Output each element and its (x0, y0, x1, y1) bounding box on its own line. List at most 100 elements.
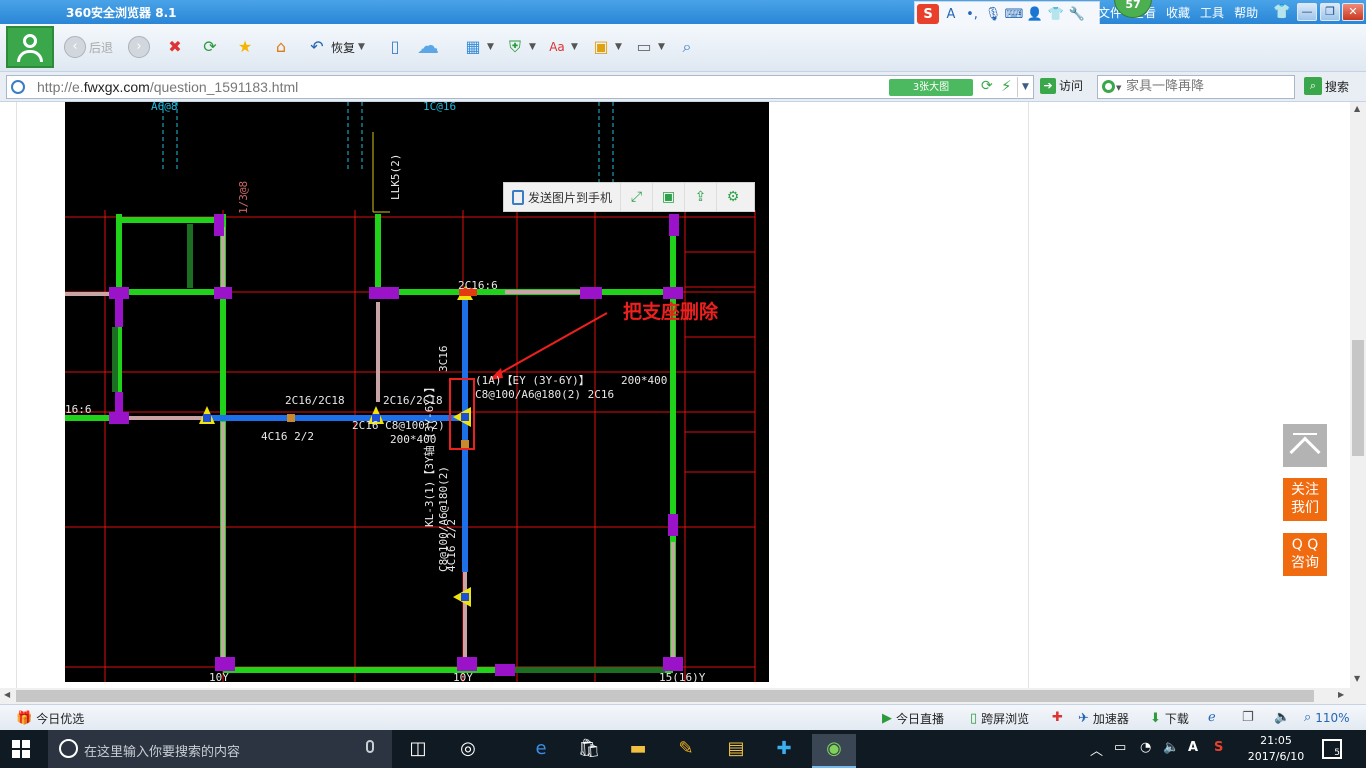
fullscreen-icon[interactable]: ⤢ (621, 183, 654, 211)
minimize-button[interactable]: — (1297, 3, 1317, 21)
ie-mode[interactable]: ℯ (1208, 710, 1216, 725)
restore-button[interactable]: ↶ 恢复 ▼ (306, 36, 365, 58)
share-icon[interactable]: ⇪ (685, 183, 718, 211)
search-button[interactable]: ⌕ 搜索 (1304, 77, 1349, 95)
scroll-down-icon[interactable]: ▼ (1354, 674, 1360, 683)
input-method-indicator[interactable]: A (1188, 740, 1198, 755)
accelerator[interactable]: ✈ 加速器 (1078, 710, 1129, 727)
wrench-icon[interactable]: 🔧 (1068, 5, 1086, 23)
zoom-level[interactable]: ⌕ 110% (1304, 710, 1350, 725)
sogou-tray-icon[interactable]: S (1214, 740, 1223, 755)
microphone-icon[interactable] (366, 740, 374, 753)
url-field[interactable]: http://e.fwxgx.com/question_1591183.html… (6, 75, 1034, 99)
back-to-top-button[interactable] (1283, 424, 1327, 468)
menu-tools[interactable]: 工具 (1200, 4, 1224, 21)
apps-button[interactable]: ▦ ▼ (462, 36, 493, 58)
microphone-icon[interactable]: 🎙 (984, 5, 1002, 23)
system-clock[interactable]: 21:05 2017/6/10 (1244, 733, 1308, 765)
reload-icon[interactable]: ⟳ (981, 78, 993, 94)
game-button[interactable]: ▭ ▼ (633, 36, 664, 58)
punctuation-icon[interactable]: •, (963, 5, 981, 23)
translate-button[interactable]: Aa ▼ (546, 36, 578, 58)
skin-icon[interactable]: 👕 (1273, 4, 1290, 20)
favorite-button[interactable]: ★ (234, 36, 256, 58)
forward-icon: › (128, 36, 150, 58)
follow-us-button[interactable]: 关注 我们 (1283, 478, 1327, 521)
site-info-icon[interactable] (11, 80, 25, 94)
volume[interactable]: 🔈 (1274, 710, 1290, 725)
chevron-up-icon[interactable]: ︿ (1090, 740, 1103, 759)
scroll-thumb[interactable] (16, 690, 1314, 702)
horizontal-scrollbar[interactable]: ◀ ▶ (0, 688, 1350, 704)
phone-button[interactable]: ▯ (384, 36, 406, 58)
medical-icon-button[interactable]: ✚ (1052, 710, 1063, 725)
notification-center-icon[interactable]: 5 (1322, 739, 1342, 759)
scroll-left-icon[interactable]: ◀ (4, 690, 10, 699)
url-text[interactable]: http://e.fwxgx.com/question_1591183.html (37, 79, 298, 95)
file-explorer-icon[interactable]: ▬ (616, 734, 660, 768)
security-button[interactable]: ⛨ ▼ (504, 36, 536, 58)
search-engine-icon[interactable] (1102, 80, 1115, 93)
big-image-button[interactable]: 3张大图 (889, 79, 973, 96)
task-view-icon[interactable]: ◫ (396, 734, 440, 768)
battery-icon[interactable]: ▭ (1114, 740, 1126, 755)
sogou-icon[interactable]: S (917, 4, 939, 24)
stop-button[interactable]: ✖ (164, 36, 186, 58)
save-icon[interactable]: ▣ (653, 183, 686, 211)
window-icon: ❐ (1242, 710, 1254, 725)
user-avatar[interactable] (6, 26, 54, 68)
notes-icon[interactable]: ✎ (664, 734, 708, 768)
zoom-search-button[interactable]: ⌕ (676, 36, 698, 58)
windows-start-icon[interactable] (12, 740, 30, 758)
clock-time: 21:05 (1260, 734, 1292, 747)
forward-button[interactable]: › (128, 36, 150, 58)
page-content: 2C16:6 2C16/2C18 2C16/2C18 4C16 2/2 2C16… (0, 102, 1350, 688)
today-live[interactable]: ▶ 今日直播 (882, 710, 944, 727)
scroll-thumb[interactable] (1352, 340, 1364, 456)
menu-help[interactable]: 帮助 (1234, 4, 1258, 21)
download[interactable]: ⬇ 下载 (1150, 710, 1189, 727)
refresh-button[interactable]: ⟳ (199, 36, 221, 58)
cloud-button[interactable]: ☁ (417, 36, 439, 58)
window-mode[interactable]: ❐ (1242, 710, 1254, 725)
search-input[interactable] (1126, 79, 1292, 94)
speed-mode-icon[interactable]: ⚡ (1001, 77, 1012, 95)
taskbar-search[interactable]: 在这里输入你要搜索的内容 (48, 730, 392, 768)
send-to-phone-button[interactable]: 发送图片到手机 (504, 183, 622, 211)
sticky-icon[interactable]: ▤ (714, 734, 758, 768)
search-box[interactable]: ▼ (1097, 75, 1295, 99)
screenshot-button[interactable]: ▣ ▼ (590, 36, 621, 58)
keyboard-icon[interactable]: ⌨ (1005, 5, 1024, 23)
cross-screen[interactable]: ▯ 跨屏浏览 (970, 710, 1029, 727)
qq-consult-button[interactable]: Q Q 咨询 (1283, 533, 1327, 576)
speaker-icon[interactable]: 🔈 (1163, 740, 1179, 755)
url-dropdown-icon[interactable]: ▼ (1017, 77, 1033, 97)
wifi-icon[interactable]: ◔ (1140, 740, 1151, 755)
visit-button[interactable]: ➔ 访问 (1040, 77, 1083, 94)
font-icon[interactable]: A (942, 5, 960, 23)
cortana-app-icon[interactable]: ◎ (446, 734, 490, 768)
today-picks[interactable]: 🎁 今日优选 (16, 710, 84, 727)
home-button[interactable]: ⌂ (270, 36, 292, 58)
store-icon[interactable]: 🛍 (567, 734, 611, 768)
search-icon: ⌕ (1304, 77, 1322, 95)
browser-icon[interactable]: ✚ (762, 734, 806, 768)
maximize-button[interactable]: ❐ (1320, 3, 1340, 21)
close-button[interactable]: ✕ (1342, 3, 1364, 21)
360-browser-icon[interactable]: ◉ (812, 734, 856, 768)
vertical-scrollbar[interactable]: ▲ ▼ (1350, 102, 1366, 688)
edge-icon[interactable]: e (519, 734, 563, 768)
chevron-down-icon[interactable]: ▼ (1116, 84, 1121, 92)
play-icon: ▶ (882, 711, 892, 726)
menu-favorites[interactable]: 收藏 (1166, 4, 1190, 21)
phone-icon (512, 189, 524, 205)
scroll-right-icon[interactable]: ▶ (1338, 690, 1344, 699)
back-label: 后退 (89, 40, 114, 55)
back-button[interactable]: ‹ 后退 (64, 36, 113, 58)
scroll-up-icon[interactable]: ▲ (1354, 104, 1360, 113)
settings-icon[interactable]: ⚙ (717, 183, 749, 211)
shirt-icon[interactable]: 👕 (1047, 5, 1065, 23)
cad-text: 16:6 (65, 403, 92, 416)
user-icon[interactable]: 👤 (1026, 5, 1044, 23)
cad-text: 4C16 2/2 (261, 430, 314, 443)
